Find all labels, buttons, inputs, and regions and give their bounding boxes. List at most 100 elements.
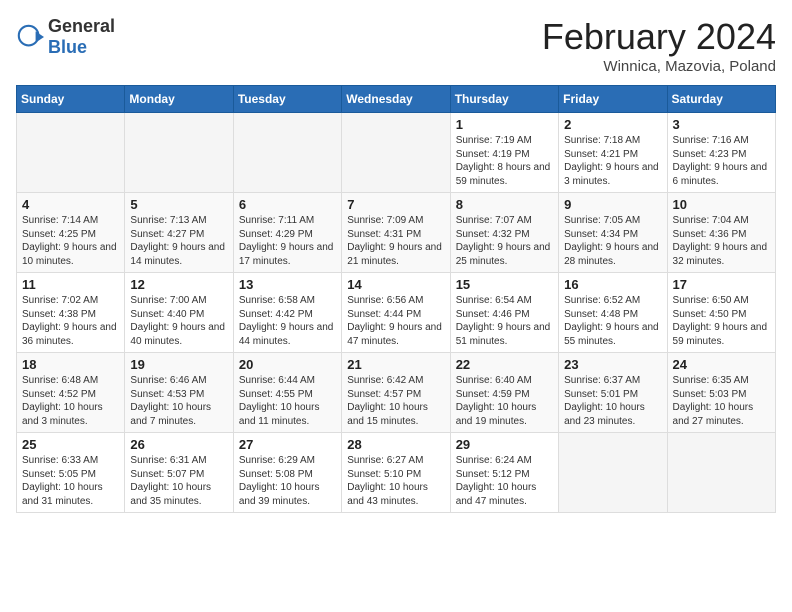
day-cell: 23 Sunrise: 6:37 AM Sunset: 5:01 PM Dayli… — [559, 353, 667, 433]
logo: General Blue — [16, 16, 115, 58]
day-cell: 18Sunrise: 6:48 AM Sunset: 4:52 PM Dayli… — [17, 353, 125, 433]
day-cell: 4 Sunrise: 7:14 AM Sunset: 4:25 PM Daylig… — [17, 193, 125, 273]
day-info: Sunrise: 6:54 AM Sunset: 4:46 PM Dayligh… — [456, 294, 553, 348]
day-info: Sunrise: 7:16 AM Sunset: 4:23 PM Dayligh… — [673, 134, 770, 188]
day-cell — [125, 113, 233, 193]
day-cell: 2 Sunrise: 7:18 AM Sunset: 4:21 PM Daylig… — [559, 113, 667, 193]
main-title: February 2024 — [542, 16, 776, 58]
day-cell: 15 Sunrise: 6:54 AM Sunset: 4:46 PM Dayli… — [450, 273, 558, 353]
day-number: 23 — [564, 357, 661, 372]
day-number: 14 — [347, 277, 444, 292]
week-row-3: 18Sunrise: 6:48 AM Sunset: 4:52 PM Dayli… — [17, 353, 776, 433]
day-number: 2 — [564, 117, 661, 132]
day-number: 9 — [564, 197, 661, 212]
day-number: 10 — [673, 197, 770, 212]
weekday-header-thursday: Thursday — [450, 86, 558, 113]
day-cell — [233, 113, 341, 193]
week-row-2: 11 Sunrise: 7:02 AM Sunset: 4:38 PM Dayli… — [17, 273, 776, 353]
day-cell — [559, 433, 667, 513]
day-info: Sunrise: 6:46 AM Sunset: 4:53 PM Dayligh… — [130, 374, 227, 428]
day-info: Sunrise: 7:04 AM Sunset: 4:36 PM Dayligh… — [673, 214, 770, 268]
day-info: Sunrise: 6:44 AM Sunset: 4:55 PM Dayligh… — [239, 374, 336, 428]
day-cell: 25 Sunrise: 6:33 AM Sunset: 5:05 PM Dayli… — [17, 433, 125, 513]
week-row-4: 25 Sunrise: 6:33 AM Sunset: 5:05 PM Dayli… — [17, 433, 776, 513]
title-area: February 2024 Winnica, Mazovia, Poland — [542, 16, 776, 75]
day-number: 26 — [130, 437, 227, 452]
day-number: 27 — [239, 437, 336, 452]
day-info: Sunrise: 6:37 AM Sunset: 5:01 PM Dayligh… — [564, 374, 661, 428]
day-info: Sunrise: 6:52 AM Sunset: 4:48 PM Dayligh… — [564, 294, 661, 348]
day-info: Sunrise: 6:24 AM Sunset: 5:12 PM Dayligh… — [456, 454, 553, 508]
day-cell: 29Sunrise: 6:24 AM Sunset: 5:12 PM Dayli… — [450, 433, 558, 513]
weekday-header-wednesday: Wednesday — [342, 86, 450, 113]
day-cell: 21 Sunrise: 6:42 AM Sunset: 4:57 PM Dayli… — [342, 353, 450, 433]
day-info: Sunrise: 7:07 AM Sunset: 4:32 PM Dayligh… — [456, 214, 553, 268]
day-info: Sunrise: 7:09 AM Sunset: 4:31 PM Dayligh… — [347, 214, 444, 268]
day-info: Sunrise: 6:42 AM Sunset: 4:57 PM Dayligh… — [347, 374, 444, 428]
day-number: 11 — [22, 277, 119, 292]
day-cell: 26 Sunrise: 6:31 AM Sunset: 5:07 PM Dayli… — [125, 433, 233, 513]
day-number: 8 — [456, 197, 553, 212]
day-cell: 6Sunrise: 7:11 AM Sunset: 4:29 PM Daylig… — [233, 193, 341, 273]
day-info: Sunrise: 7:11 AM Sunset: 4:29 PM Dayligh… — [239, 214, 336, 268]
day-cell: 24Sunrise: 6:35 AM Sunset: 5:03 PM Dayli… — [667, 353, 775, 433]
week-row-0: 1 Sunrise: 7:19 AM Sunset: 4:19 PM Daylig… — [17, 113, 776, 193]
day-number: 5 — [130, 197, 227, 212]
day-number: 1 — [456, 117, 553, 132]
day-number: 20 — [239, 357, 336, 372]
day-info: Sunrise: 6:40 AM Sunset: 4:59 PM Dayligh… — [456, 374, 553, 428]
day-number: 13 — [239, 277, 336, 292]
day-info: Sunrise: 7:05 AM Sunset: 4:34 PM Dayligh… — [564, 214, 661, 268]
weekday-header-sunday: Sunday — [17, 86, 125, 113]
logo-blue: Blue — [48, 37, 87, 57]
weekday-header-saturday: Saturday — [667, 86, 775, 113]
header: General Blue February 2024 Winnica, Mazo… — [16, 16, 776, 75]
day-info: Sunrise: 7:18 AM Sunset: 4:21 PM Dayligh… — [564, 134, 661, 188]
day-number: 28 — [347, 437, 444, 452]
day-cell: 9 Sunrise: 7:05 AM Sunset: 4:34 PM Daylig… — [559, 193, 667, 273]
day-info: Sunrise: 6:29 AM Sunset: 5:08 PM Dayligh… — [239, 454, 336, 508]
logo-icon — [16, 23, 44, 51]
weekday-header-tuesday: Tuesday — [233, 86, 341, 113]
calendar: SundayMondayTuesdayWednesdayThursdayFrid… — [16, 85, 776, 513]
day-cell: 12 Sunrise: 7:00 AM Sunset: 4:40 PM Dayli… — [125, 273, 233, 353]
day-info: Sunrise: 7:00 AM Sunset: 4:40 PM Dayligh… — [130, 294, 227, 348]
day-number: 21 — [347, 357, 444, 372]
day-number: 19 — [130, 357, 227, 372]
day-cell: 19 Sunrise: 6:46 AM Sunset: 4:53 PM Dayli… — [125, 353, 233, 433]
day-info: Sunrise: 6:33 AM Sunset: 5:05 PM Dayligh… — [22, 454, 119, 508]
day-cell: 28 Sunrise: 6:27 AM Sunset: 5:10 PM Dayli… — [342, 433, 450, 513]
day-number: 12 — [130, 277, 227, 292]
day-cell: 20 Sunrise: 6:44 AM Sunset: 4:55 PM Dayli… — [233, 353, 341, 433]
day-cell: 17Sunrise: 6:50 AM Sunset: 4:50 PM Dayli… — [667, 273, 775, 353]
day-info: Sunrise: 6:56 AM Sunset: 4:44 PM Dayligh… — [347, 294, 444, 348]
day-number: 4 — [22, 197, 119, 212]
weekday-header-friday: Friday — [559, 86, 667, 113]
day-info: Sunrise: 7:02 AM Sunset: 4:38 PM Dayligh… — [22, 294, 119, 348]
weekday-header-monday: Monday — [125, 86, 233, 113]
weekday-header-row: SundayMondayTuesdayWednesdayThursdayFrid… — [17, 86, 776, 113]
day-number: 3 — [673, 117, 770, 132]
day-info: Sunrise: 7:14 AM Sunset: 4:25 PM Dayligh… — [22, 214, 119, 268]
day-info: Sunrise: 6:31 AM Sunset: 5:07 PM Dayligh… — [130, 454, 227, 508]
day-number: 7 — [347, 197, 444, 212]
day-cell: 22 Sunrise: 6:40 AM Sunset: 4:59 PM Dayli… — [450, 353, 558, 433]
day-number: 15 — [456, 277, 553, 292]
logo-general: General — [48, 16, 115, 36]
day-cell: 13 Sunrise: 6:58 AM Sunset: 4:42 PM Dayli… — [233, 273, 341, 353]
day-number: 24 — [673, 357, 770, 372]
day-cell: 10 Sunrise: 7:04 AM Sunset: 4:36 PM Dayli… — [667, 193, 775, 273]
day-info: Sunrise: 6:58 AM Sunset: 4:42 PM Dayligh… — [239, 294, 336, 348]
day-info: Sunrise: 6:27 AM Sunset: 5:10 PM Dayligh… — [347, 454, 444, 508]
day-number: 22 — [456, 357, 553, 372]
day-cell — [342, 113, 450, 193]
day-cell: 16Sunrise: 6:52 AM Sunset: 4:48 PM Dayli… — [559, 273, 667, 353]
day-number: 25 — [22, 437, 119, 452]
day-cell: 14 Sunrise: 6:56 AM Sunset: 4:44 PM Dayli… — [342, 273, 450, 353]
day-info: Sunrise: 7:19 AM Sunset: 4:19 PM Dayligh… — [456, 134, 553, 188]
day-cell: 8 Sunrise: 7:07 AM Sunset: 4:32 PM Daylig… — [450, 193, 558, 273]
day-cell — [17, 113, 125, 193]
day-info: Sunrise: 6:48 AM Sunset: 4:52 PM Dayligh… — [22, 374, 119, 428]
day-cell: 1 Sunrise: 7:19 AM Sunset: 4:19 PM Daylig… — [450, 113, 558, 193]
logo-text: General Blue — [48, 16, 115, 58]
